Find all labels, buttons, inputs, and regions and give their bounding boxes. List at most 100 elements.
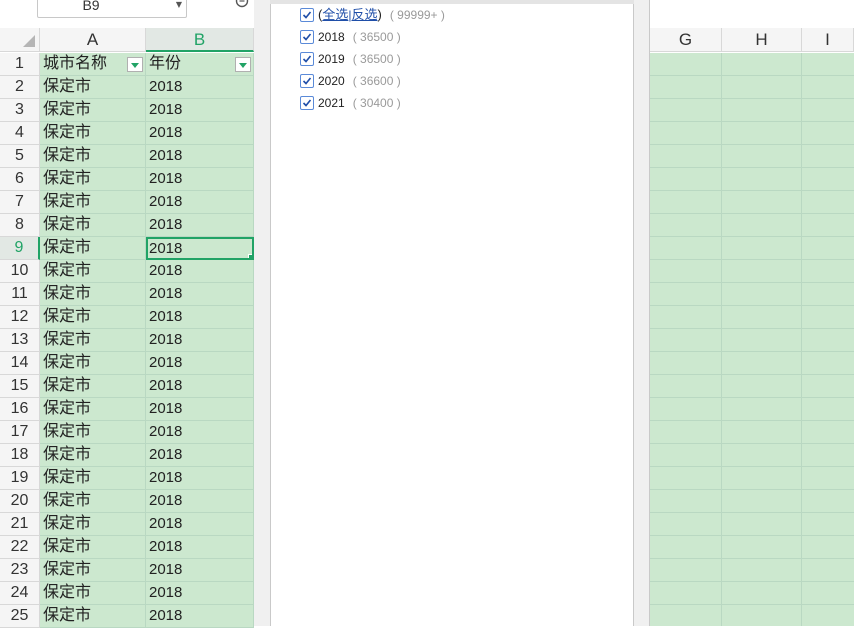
cell-year[interactable]: 2018 [146, 145, 254, 168]
row-header[interactable]: 25 [0, 605, 40, 628]
cell-year[interactable]: 2018 [146, 398, 254, 421]
header-cell-city[interactable]: 城市名称 [40, 53, 146, 76]
column-header-i[interactable]: I [802, 28, 854, 52]
cell-year[interactable]: 2018 [146, 283, 254, 306]
row-header[interactable]: 13 [0, 329, 40, 352]
column-header-g[interactable]: G [650, 28, 722, 52]
filter-item[interactable]: 2018 ( 36500 ) [300, 28, 401, 46]
cell-city[interactable]: 保定市 [40, 536, 146, 559]
cell-year[interactable]: 2018 [146, 559, 254, 582]
row-header[interactable]: 6 [0, 168, 40, 191]
cell-city[interactable]: 保定市 [40, 214, 146, 237]
cell-year[interactable]: 2018 [146, 260, 254, 283]
cell-city[interactable]: 保定市 [40, 145, 146, 168]
cell-year[interactable]: 2018 [146, 306, 254, 329]
filter-item[interactable]: 2020 ( 36600 ) [300, 72, 401, 90]
filter-item[interactable]: 2019 ( 36500 ) [300, 50, 401, 68]
filter-dropdown-icon[interactable] [127, 57, 143, 72]
header-cell-year[interactable]: 年份 [146, 53, 254, 76]
cell-city[interactable]: 保定市 [40, 352, 146, 375]
cell-year[interactable]: 2018 [146, 582, 254, 605]
cell-year[interactable]: 2018 [146, 605, 254, 628]
cell-year[interactable]: 2018 [146, 375, 254, 398]
cell-city[interactable]: 保定市 [40, 191, 146, 214]
active-cell[interactable]: 2018 [146, 237, 254, 260]
filter-item[interactable]: 2021 ( 30400 ) [300, 94, 401, 112]
invert-selection-link[interactable]: 反选 [351, 7, 377, 22]
cell-city[interactable]: 保定市 [40, 122, 146, 145]
cell-city[interactable]: 保定市 [40, 260, 146, 283]
cell-year[interactable]: 2018 [146, 536, 254, 559]
cell-city[interactable]: 保定市 [40, 467, 146, 490]
row-header[interactable]: 12 [0, 306, 40, 329]
row-header[interactable]: 10 [0, 260, 40, 283]
cell-city[interactable]: 保定市 [40, 444, 146, 467]
cell-year[interactable]: 2018 [146, 467, 254, 490]
chevron-down-icon[interactable]: ▼ [176, 0, 182, 9]
row-header[interactable]: 15 [0, 375, 40, 398]
cell-city[interactable]: 保定市 [40, 76, 146, 99]
cell-city[interactable]: 保定市 [40, 605, 146, 628]
row-header[interactable]: 20 [0, 490, 40, 513]
column-header-a[interactable]: A [40, 28, 146, 52]
cell-city[interactable]: 保定市 [40, 375, 146, 398]
row-header[interactable]: 3 [0, 99, 40, 122]
row-header[interactable]: 19 [0, 467, 40, 490]
cell-year-value: 2018 [149, 240, 183, 257]
row-header[interactable]: 11 [0, 283, 40, 306]
select-all-corner[interactable] [0, 28, 40, 52]
cell-city[interactable]: 保定市 [40, 237, 146, 260]
row-header[interactable]: 1 [0, 53, 40, 76]
cell-city[interactable]: 保定市 [40, 306, 146, 329]
name-box[interactable]: B9 ▼ [37, 0, 187, 18]
checkbox[interactable] [300, 51, 314, 66]
row-header[interactable]: 23 [0, 559, 40, 582]
cell-year[interactable]: 2018 [146, 352, 254, 375]
cell-year[interactable]: 2018 [146, 122, 254, 145]
cell-city[interactable]: 保定市 [40, 99, 146, 122]
cell-city[interactable]: 保定市 [40, 283, 146, 306]
cell-year[interactable]: 2018 [146, 99, 254, 122]
cell-year[interactable]: 2018 [146, 191, 254, 214]
cell-year[interactable]: 2018 [146, 490, 254, 513]
header-label-city: 城市名称 [43, 55, 108, 72]
cell-city[interactable]: 保定市 [40, 513, 146, 536]
cell-year[interactable]: 2018 [146, 168, 254, 191]
row-header[interactable]: 8 [0, 214, 40, 237]
row-header[interactable]: 7 [0, 191, 40, 214]
cell-city[interactable]: 保定市 [40, 559, 146, 582]
checkbox-select-all[interactable] [300, 7, 314, 22]
cell-year[interactable]: 2018 [146, 214, 254, 237]
select-all-link[interactable]: 全选 [322, 7, 348, 22]
cell-year[interactable]: 2018 [146, 421, 254, 444]
row-header[interactable]: 4 [0, 122, 40, 145]
checkbox[interactable] [300, 29, 314, 44]
cell-year[interactable]: 2018 [146, 329, 254, 352]
cell-year[interactable]: 2018 [146, 444, 254, 467]
row-header[interactable]: 14 [0, 352, 40, 375]
row-header[interactable]: 18 [0, 444, 40, 467]
checkbox[interactable] [300, 95, 314, 110]
filter-dropdown-icon[interactable] [235, 57, 251, 72]
row-header[interactable]: 24 [0, 582, 40, 605]
row-header[interactable]: 22 [0, 536, 40, 559]
cell-city[interactable]: 保定市 [40, 329, 146, 352]
filter-select-all-row[interactable]: (全选|反选)( 99999+ ) [300, 6, 445, 24]
row-header[interactable]: 9 [0, 237, 40, 260]
row-header[interactable]: 16 [0, 398, 40, 421]
cell-year[interactable]: 2018 [146, 513, 254, 536]
row-header[interactable]: 5 [0, 145, 40, 168]
cell-city[interactable]: 保定市 [40, 421, 146, 444]
cell-year[interactable]: 2018 [146, 76, 254, 99]
cell-city[interactable]: 保定市 [40, 582, 146, 605]
column-header-h[interactable]: H [722, 28, 802, 52]
cell-city[interactable]: 保定市 [40, 168, 146, 191]
column-header-b[interactable]: B [146, 28, 254, 52]
row-header[interactable]: 17 [0, 421, 40, 444]
checkbox[interactable] [300, 73, 314, 88]
row-header[interactable]: 2 [0, 76, 40, 99]
cell-city[interactable]: 保定市 [40, 490, 146, 513]
cell-city[interactable]: 保定市 [40, 398, 146, 421]
zoom-icon[interactable] [235, 0, 251, 10]
row-header[interactable]: 21 [0, 513, 40, 536]
